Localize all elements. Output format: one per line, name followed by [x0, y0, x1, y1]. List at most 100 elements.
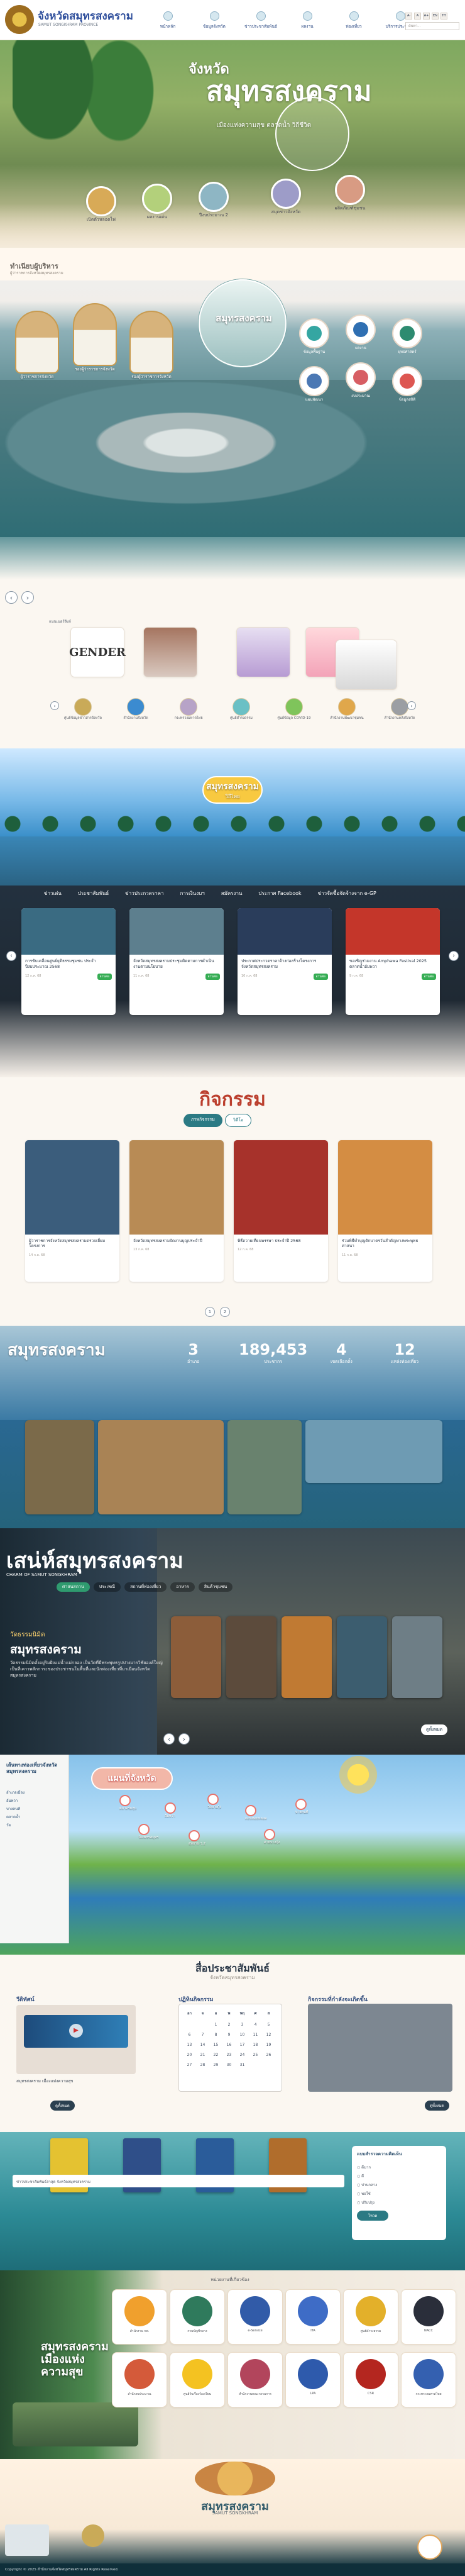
hero-shortcut[interactable]: สมุดข่าวจังหวัด	[258, 179, 314, 216]
search-input[interactable]: ค้นหา...	[405, 22, 459, 30]
prev-arrow-icon[interactable]: ‹	[5, 591, 18, 604]
tab-food[interactable]: อาหาร	[170, 1582, 195, 1592]
calendar-day[interactable]: 13	[183, 2040, 196, 2050]
gallery-photo[interactable]	[25, 1420, 94, 1514]
poll-option[interactable]: ○ ดีมาก	[352, 2163, 446, 2172]
map-district[interactable]: ตลาดน้ำ	[6, 1814, 25, 1820]
poll-option[interactable]: ○ พอใช้	[352, 2189, 446, 2198]
agency-card[interactable]: LPA	[285, 2352, 341, 2407]
calendar-day[interactable]: 6	[183, 2029, 196, 2040]
logo-item[interactable]: สำนักงานคลังจังหวัด	[373, 698, 426, 721]
tab-pr[interactable]: ประชาสัมพันธ์	[78, 889, 109, 897]
hero-shortcut[interactable]: ผลิตภัณฑ์ชุมชน	[322, 175, 378, 212]
info-chip[interactable]: ข้อมูลพื้นฐาน	[299, 318, 335, 355]
calendar-day[interactable]: 31	[236, 2060, 249, 2070]
culture-card[interactable]	[337, 1616, 387, 1698]
gallery-photo[interactable]	[305, 1420, 442, 1483]
map-marker[interactable]: วัดเพชรสมุทร	[138, 1824, 158, 1840]
calendar-day[interactable]: 10	[236, 2029, 249, 2040]
next-arrow-icon[interactable]: ›	[178, 1733, 190, 1745]
font-normal-button[interactable]: A	[414, 13, 421, 19]
culture-card[interactable]	[392, 1616, 442, 1698]
font-large-button[interactable]: A+	[423, 13, 430, 19]
tab-tradition[interactable]: ประเพณี	[93, 1582, 121, 1592]
gallery-photo[interactable]	[98, 1420, 224, 1514]
activity-card[interactable]: จังหวัดสมุทรสงครามจัดงานบุญประจำปี 13 ก.ค…	[129, 1140, 224, 1282]
calendar-day[interactable]: 27	[183, 2060, 196, 2070]
news-card[interactable]: ประกาศประกวดราคาจ้างก่อสร้างโครงการ จังห…	[238, 908, 332, 1015]
province-logo[interactable]	[5, 5, 34, 34]
poll-submit-button[interactable]: โหวต	[357, 2211, 388, 2221]
read-more-badge[interactable]: อ่านต่อ	[313, 973, 328, 980]
map-district[interactable]: วัด	[6, 1822, 25, 1828]
map-marker[interactable]: ค่ายบางกุ้ง	[264, 1829, 280, 1845]
agency-card[interactable]: สำนักงาน กพ.	[112, 2289, 167, 2345]
poll-option[interactable]: ○ ดี	[352, 2172, 446, 2180]
info-chip[interactable]: แผนพัฒนา	[299, 366, 335, 402]
logo-item[interactable]: ศูนย์ข้อมูลข่าวสารจังหวัด	[57, 698, 109, 721]
poll-option[interactable]: ○ ปรับปรุง	[352, 2198, 446, 2207]
calendar-day[interactable]: 29	[209, 2060, 222, 2070]
read-more-badge[interactable]: อ่านต่อ	[205, 973, 220, 980]
hero-shortcut[interactable]: ผลงานเด่น	[129, 184, 185, 221]
calendar-day[interactable]: 22	[209, 2050, 222, 2060]
lang-th-button[interactable]: TH	[440, 13, 447, 19]
prev-arrow-icon[interactable]: ‹	[50, 701, 59, 710]
calendar-day[interactable]: 25	[249, 2050, 262, 2060]
read-more-badge[interactable]: อ่านต่อ	[97, 973, 112, 980]
culture-card[interactable]	[226, 1616, 276, 1698]
events-more-button[interactable]: ดูทั้งหมด	[425, 2101, 449, 2111]
gallery-photo[interactable]	[227, 1420, 302, 1514]
footer-map[interactable]	[5, 2524, 49, 2556]
news-card[interactable]: การขับเคลื่อนศูนย์ยุติธรรมชุมชน ประจำปีง…	[21, 908, 116, 1015]
calendar-day[interactable]: 11	[249, 2029, 262, 2040]
map-district[interactable]: อัมพวา	[6, 1797, 25, 1804]
tab-places[interactable]: สถานที่ท่องเที่ยว	[124, 1582, 167, 1592]
hero-shortcut[interactable]: ปีงบประมาณ 2	[185, 182, 242, 219]
link-card[interactable]	[336, 640, 397, 690]
calendar-day[interactable]: 9	[222, 2029, 236, 2040]
next-arrow-icon[interactable]: ›	[449, 951, 459, 961]
info-chip[interactable]: งบประมาณ	[346, 362, 381, 399]
calendar-day[interactable]: 4	[249, 2019, 262, 2029]
agency-card[interactable]: e-Service	[227, 2289, 283, 2345]
video-player[interactable]: ▶	[16, 2005, 136, 2074]
tab-temple[interactable]: ศาสนสถาน	[57, 1582, 90, 1592]
link-card[interactable]	[143, 627, 197, 677]
page-1-button[interactable]: 1	[205, 1307, 215, 1317]
agency-card[interactable]: ศูนย์รับเรื่องร้องเรียน	[170, 2352, 225, 2407]
agency-card[interactable]: กระทรวงมหาดไทย	[401, 2352, 456, 2407]
nav-province[interactable]: ข้อมูลจังหวัด	[194, 11, 234, 30]
logo-item[interactable]: กระทรวงมหาดไทย	[162, 698, 215, 721]
info-chip[interactable]: ผลงาน	[346, 314, 381, 351]
calendar-day[interactable]: 15	[209, 2040, 222, 2050]
calendar-day[interactable]: 2	[222, 2019, 236, 2029]
map-marker[interactable]: บางคนที	[295, 1799, 308, 1815]
activity-card[interactable]: ร่วมพิธีทำบุญตักบาตรวันสำคัญทางพระพุทธศา…	[338, 1140, 432, 1282]
map-marker[interactable]: อุทยาน ร.2	[189, 1830, 205, 1846]
news-card[interactable]: ขอเชิญร่วมงาน Amphawa Festival 2025 ตลาด…	[346, 908, 440, 1015]
calendar-day[interactable]: 26	[262, 2050, 275, 2060]
nav-home[interactable]: หน้าหลัก	[148, 11, 188, 30]
calendar-day[interactable]: 12	[262, 2029, 275, 2040]
nav-news[interactable]: ข่าวประชาสัมพันธ์	[241, 11, 281, 30]
agency-card[interactable]: สำนักงบประมาณ	[112, 2352, 167, 2407]
prev-arrow-icon[interactable]: ‹	[163, 1733, 175, 1745]
tab-news[interactable]: ข่าวเด่น	[44, 889, 62, 897]
next-arrow-icon[interactable]: ›	[21, 591, 34, 604]
info-chip[interactable]: ยุทธศาสตร์	[392, 318, 428, 355]
tab-photos[interactable]: ภาพกิจกรรม	[183, 1114, 222, 1127]
map-marker[interactable]: วัดบางกุ้ง	[207, 1794, 221, 1810]
culture-card[interactable]	[171, 1616, 221, 1698]
exec-card[interactable]: รองผู้ว่าราชการจังหวัด	[129, 311, 186, 380]
next-arrow-icon[interactable]: ›	[407, 701, 416, 710]
calendar-day[interactable]: 16	[222, 2040, 236, 2050]
hero-shortcut[interactable]: เปิดตัวหลอดไฟ	[73, 186, 129, 223]
tab-facebook[interactable]: ประกาศ Facebook	[258, 889, 301, 897]
tab-egp[interactable]: ข่าวจัดซื้อจัดจ้างจาก e-GP	[318, 889, 376, 897]
calendar-day[interactable]: 3	[236, 2019, 249, 2029]
calendar-day[interactable]: 23	[222, 2050, 236, 2060]
page-2-button[interactable]: 2	[220, 1307, 230, 1317]
calendar-day[interactable]: 5	[262, 2019, 275, 2029]
agency-card[interactable]: กรมบัญชีกลาง	[170, 2289, 225, 2345]
